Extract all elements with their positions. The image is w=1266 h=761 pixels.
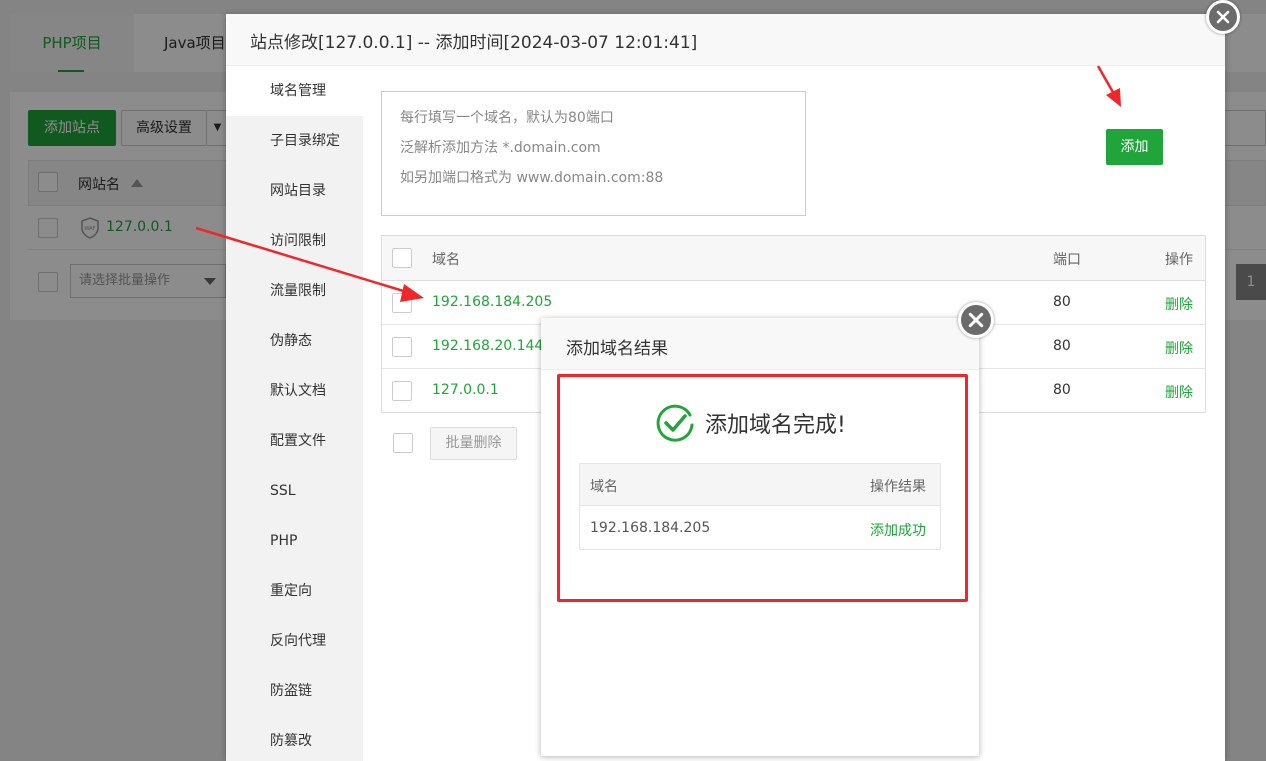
- result-table-header: 域名 操作结果: [580, 464, 940, 506]
- placeholder-line: 泛解析添加方法 *.domain.com: [400, 140, 601, 156]
- dialog-title: 添加域名结果: [566, 339, 668, 359]
- port-value: 80: [1053, 294, 1071, 310]
- sidebar-item-subdir[interactable]: 子目录绑定: [226, 116, 363, 166]
- placeholder-line: 每行填写一个域名，默认为80端口: [400, 110, 614, 126]
- sidebar-item-access[interactable]: 访问限制: [226, 216, 363, 266]
- sidebar-item-traffic[interactable]: 流量限制: [226, 266, 363, 316]
- sidebar-item-config[interactable]: 配置文件: [226, 416, 363, 466]
- close-dialog-button[interactable]: [958, 302, 994, 338]
- batch-delete-button[interactable]: 批量删除: [430, 427, 517, 460]
- success-message: 添加域名完成!: [705, 413, 846, 438]
- column-domain: 域名: [432, 252, 460, 268]
- delete-link[interactable]: 删除: [1165, 338, 1193, 358]
- row-checkbox[interactable]: [392, 337, 412, 357]
- sidebar-item-default-doc[interactable]: 默认文档: [226, 366, 363, 416]
- domain-link[interactable]: 127.0.0.1: [432, 382, 499, 398]
- result-domain: 192.168.184.205: [590, 520, 711, 536]
- column-port: 端口: [1053, 252, 1081, 268]
- delete-link[interactable]: 删除: [1165, 382, 1193, 402]
- domain-link[interactable]: 192.168.184.205: [432, 294, 552, 310]
- dialog-header: 添加域名结果: [541, 318, 979, 370]
- close-icon: [1216, 10, 1230, 24]
- sidebar-item-php[interactable]: PHP: [226, 516, 363, 566]
- row-checkbox[interactable]: [392, 381, 412, 401]
- sidebar-item-site-dir[interactable]: 网站目录: [226, 166, 363, 216]
- add-domain-button[interactable]: 添加: [1106, 129, 1163, 165]
- modal-title: 站点修改[127.0.0.1] -- 添加时间[2024-03-07 12:01…: [250, 33, 698, 53]
- close-icon: [968, 312, 984, 328]
- settings-sidebar: 域名管理 子目录绑定 网站目录 访问限制 流量限制 伪静态 默认文档 配置文件 …: [226, 66, 363, 761]
- row-checkbox[interactable]: [392, 293, 412, 313]
- sidebar-item-ssl[interactable]: SSL: [226, 466, 363, 516]
- domain-table-header: 域名 端口 操作: [382, 236, 1205, 281]
- domain-link[interactable]: 192.168.20.144: [432, 338, 543, 354]
- check-circle-icon: [656, 404, 694, 442]
- sidebar-item-hotlink[interactable]: 防盗链: [226, 666, 363, 716]
- port-value: 80: [1053, 338, 1071, 354]
- select-all-checkbox[interactable]: [392, 248, 412, 268]
- placeholder-line: 如另加端口格式为 www.domain.com:88: [400, 170, 664, 186]
- column-result: 操作结果: [870, 479, 926, 495]
- modal-header: 站点修改[127.0.0.1] -- 添加时间[2024-03-07 12:01…: [226, 14, 1225, 66]
- domain-input-textarea[interactable]: 每行填写一个域名，默认为80端口 泛解析添加方法 *.domain.com 如另…: [381, 91, 806, 216]
- result-table: 域名 操作结果 192.168.184.205 添加成功: [579, 463, 941, 550]
- close-modal-button[interactable]: [1206, 0, 1240, 34]
- delete-link[interactable]: 删除: [1165, 294, 1193, 314]
- batch-select-checkbox[interactable]: [393, 433, 413, 453]
- result-status: 添加成功: [870, 523, 926, 539]
- column-domain: 域名: [590, 479, 618, 495]
- port-value: 80: [1053, 382, 1071, 398]
- column-operation: 操作: [1165, 252, 1193, 268]
- sidebar-item-proxy[interactable]: 反向代理: [226, 616, 363, 666]
- sidebar-item-tamper[interactable]: 防篡改: [226, 716, 363, 761]
- sidebar-item-redirect[interactable]: 重定向: [226, 566, 363, 616]
- sidebar-item-domain[interactable]: 域名管理: [226, 66, 363, 116]
- sidebar-item-rewrite[interactable]: 伪静态: [226, 316, 363, 366]
